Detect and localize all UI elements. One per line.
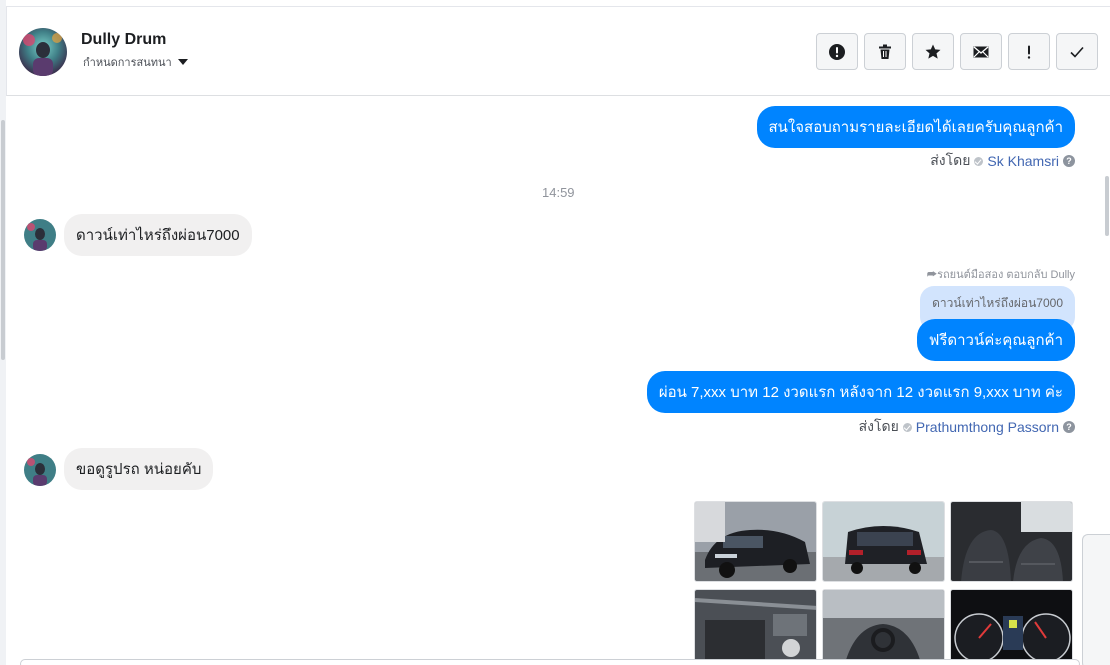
help-icon[interactable]: ? xyxy=(1063,421,1075,433)
spam-button[interactable] xyxy=(816,33,858,70)
chevron-down-icon xyxy=(177,59,188,65)
reply-context-note: ⮫รถยนต์มือสอง ตอบกลับ Dully xyxy=(927,265,1075,283)
sent-by-label: ส่งโดย xyxy=(858,418,899,434)
outgoing-message[interactable]: ฟรีดาวน์ค่ะคุณลูกค้า xyxy=(916,319,1075,361)
incoming-message[interactable]: ดาวน์เท่าไหร่ถึงผ่อน7000 xyxy=(64,214,252,256)
message-thread[interactable]: สนใจสอบถามรายละเอียดได้เลยครับคุณลูกค้า … xyxy=(6,96,1104,665)
follow-up-button[interactable] xyxy=(1008,33,1050,70)
thread-scroll-thumb[interactable] xyxy=(1105,176,1109,236)
check-icon xyxy=(1070,46,1084,58)
action-toolbar xyxy=(816,33,1098,70)
alert-circle-icon xyxy=(829,43,845,60)
reply-arrow-icon: ⮫ xyxy=(926,269,938,281)
car-photo-cabin[interactable] xyxy=(822,589,945,665)
star-icon xyxy=(925,44,941,59)
envelope-icon xyxy=(973,45,989,57)
side-panel-tab[interactable] xyxy=(1082,534,1110,665)
car-photo-dashboard[interactable] xyxy=(950,589,1073,665)
conversation-options-label: กำหนดการสนทนา xyxy=(83,57,172,69)
contact-avatar-small[interactable] xyxy=(24,454,56,486)
conversation-header: Dully Drum กำหนดการสนทนา xyxy=(6,6,1110,96)
car-photo-interior-seats[interactable] xyxy=(950,501,1073,582)
mark-done-button[interactable] xyxy=(1056,33,1098,70)
contact-name[interactable]: Dully Drum xyxy=(81,31,166,49)
outgoing-message[interactable]: ผ่อน 7,xxx บาท 12 งวดแรก หลังจาก 12 งวดแ… xyxy=(646,371,1075,413)
reply-context-text: รถยนต์มือสอง ตอบกลับ Dully xyxy=(937,269,1075,281)
contact-avatar-small[interactable] xyxy=(24,219,56,251)
car-photo-front[interactable] xyxy=(694,501,817,582)
message-composer[interactable] xyxy=(20,659,1080,665)
sent-by-row: ส่งโดย Sk Khamsri ? xyxy=(930,150,1075,172)
car-photo-rear[interactable] xyxy=(822,501,945,582)
verified-icon xyxy=(902,422,912,432)
star-button[interactable] xyxy=(912,33,954,70)
outgoing-message[interactable]: สนใจสอบถามรายละเอียดได้เลยครับคุณลูกค้า xyxy=(756,106,1075,148)
sender-name-link[interactable]: Prathumthong Passorn xyxy=(916,419,1059,435)
left-scroll-thumb[interactable] xyxy=(1,120,5,360)
delete-button[interactable] xyxy=(864,33,906,70)
sent-by-label: ส่งโดย xyxy=(930,152,971,168)
exclamation-icon xyxy=(1027,45,1031,59)
mark-unread-button[interactable] xyxy=(960,33,1002,70)
message-timestamp: 14:59 xyxy=(542,185,575,200)
verified-icon xyxy=(974,156,984,166)
car-photo-engine[interactable] xyxy=(694,589,817,665)
contact-avatar[interactable] xyxy=(19,28,67,76)
trash-icon xyxy=(879,44,891,59)
help-icon[interactable]: ? xyxy=(1063,155,1075,167)
sent-by-row: ส่งโดย Prathumthong Passorn ? xyxy=(859,416,1075,438)
conversation-options-dropdown[interactable]: กำหนดการสนทนา xyxy=(83,53,188,71)
incoming-message[interactable]: ขอดูรูปรถ หน่อยคับ xyxy=(64,448,214,490)
sender-name-link[interactable]: Sk Khamsri xyxy=(987,153,1059,169)
